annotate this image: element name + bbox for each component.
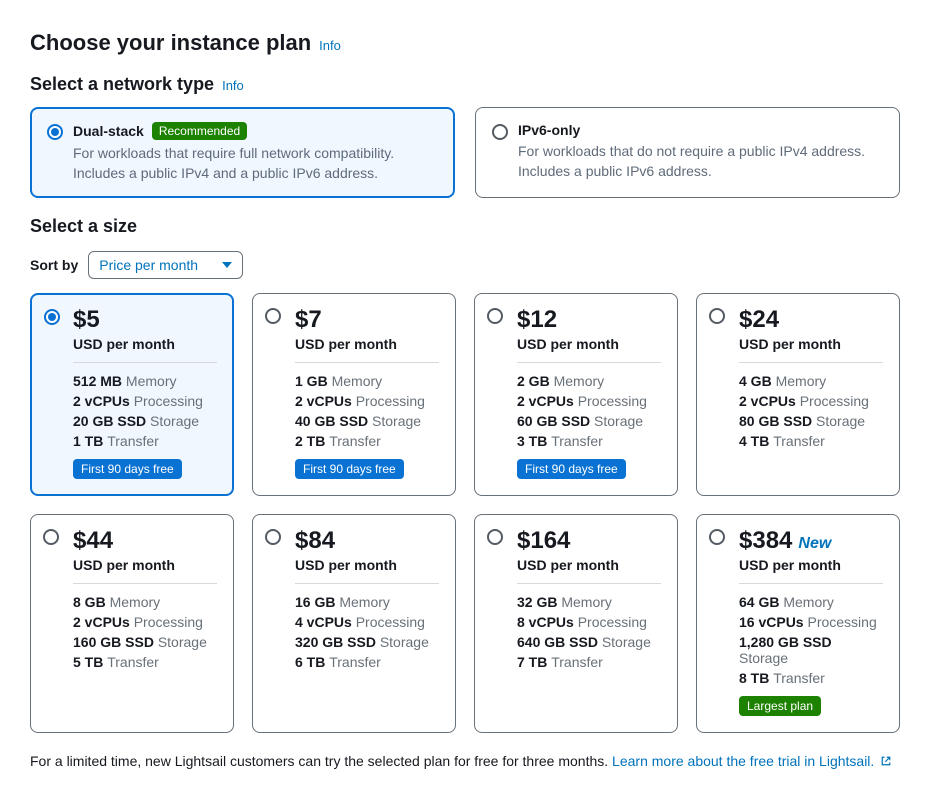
plan-spec-processing: 2 vCPUs Processing [73,393,217,409]
radio-icon [265,308,281,324]
plan-spec-storage: 20 GB SSD Storage [73,413,217,429]
footnote-text: For a limited time, new Lightsail custom… [30,753,612,769]
plan-spec-transfer: 4 TB Transfer [739,433,883,449]
plan-card[interactable]: $384 New USD per month 64 GB Memory 16 vCPUs… [696,514,900,733]
per-month-label: USD per month [295,557,439,573]
per-month-label: USD per month [739,336,883,352]
select-size-heading: Select a size [30,216,137,237]
radio-icon [265,529,281,545]
radio-icon [44,309,60,325]
plan-spec-memory: 512 MB Memory [73,373,217,389]
plan-spec-processing: 2 vCPUs Processing [739,393,883,409]
free-trial-badge: First 90 days free [73,459,182,479]
plan-spec-memory: 2 GB Memory [517,373,661,389]
network-option-title: IPv6-only [518,122,580,138]
plan-card[interactable]: $84 USD per month 16 GB Memory 4 vCPUs Proc… [252,514,456,733]
network-type-options: Dual-stack Recommended For workloads that … [30,107,900,198]
info-link-network[interactable]: Info [222,78,244,93]
free-trial-link[interactable]: Learn more about the free trial in Light… [612,753,892,769]
plan-spec-memory: 64 GB Memory [739,594,883,610]
plan-spec-memory: 1 GB Memory [295,373,439,389]
plan-spec-transfer: 5 TB Transfer [73,654,217,670]
per-month-label: USD per month [517,557,661,573]
info-link-plan[interactable]: Info [319,38,341,53]
plan-spec-storage: 640 GB SSD Storage [517,634,661,650]
plan-spec-memory: 4 GB Memory [739,373,883,389]
plan-spec-processing: 2 vCPUs Processing [73,614,217,630]
plan-spec-storage: 160 GB SSD Storage [73,634,217,650]
radio-icon [709,308,725,324]
footnote: For a limited time, new Lightsail custom… [30,751,900,772]
radio-icon [487,308,503,324]
plan-spec-transfer: 3 TB Transfer [517,433,661,449]
plan-spec-storage: 60 GB SSD Storage [517,413,661,429]
per-month-label: USD per month [295,336,439,352]
plan-spec-memory: 8 GB Memory [73,594,217,610]
per-month-label: USD per month [73,336,217,352]
plan-spec-storage: 1,280 GB SSD Storage [739,634,883,666]
radio-icon [43,529,59,545]
sort-by-value: Price per month [99,257,198,273]
network-option-title: Dual-stack [73,123,144,139]
plan-spec-processing: 8 vCPUs Processing [517,614,661,630]
plan-spec-processing: 4 vCPUs Processing [295,614,439,630]
network-option-desc: For workloads that do not require a publ… [518,142,883,181]
plan-spec-transfer: 8 TB Transfer [739,670,883,686]
plan-spec-memory: 32 GB Memory [517,594,661,610]
page-title: Choose your instance plan [30,30,311,56]
external-link-icon [880,755,892,767]
network-option-desc: For workloads that require full network … [73,144,438,183]
plan-card[interactable]: $5 USD per month 512 MB Memory 2 vCPUs Proc… [30,293,234,496]
network-option-dual-stack[interactable]: Dual-stack Recommended For workloads that … [30,107,455,198]
radio-icon [487,529,503,545]
per-month-label: USD per month [739,557,883,573]
per-month-label: USD per month [517,336,661,352]
sort-by-label: Sort by [30,257,78,273]
network-option-ipv6-only[interactable]: IPv6-only For workloads that do not requi… [475,107,900,198]
radio-icon [47,124,63,140]
radio-icon [492,124,508,140]
plan-price: $164 [517,527,570,555]
plan-price: $84 [295,527,335,555]
plan-spec-storage: 40 GB SSD Storage [295,413,439,429]
plan-price: $44 [73,527,113,555]
plan-options: $5 USD per month 512 MB Memory 2 vCPUs Proc… [30,293,900,733]
plan-price: $24 [739,306,779,334]
plan-spec-storage: 80 GB SSD Storage [739,413,883,429]
plan-spec-processing: 2 vCPUs Processing [295,393,439,409]
largest-plan-badge: Largest plan [739,696,821,716]
plan-spec-storage: 320 GB SSD Storage [295,634,439,650]
plan-card[interactable]: $12 USD per month 2 GB Memory 2 vCPUs Proce… [474,293,678,496]
new-badge: New [798,535,831,553]
plan-spec-transfer: 2 TB Transfer [295,433,439,449]
plan-price: $12 [517,306,557,334]
plan-spec-transfer: 7 TB Transfer [517,654,661,670]
radio-icon [709,529,725,545]
free-trial-badge: First 90 days free [517,459,626,479]
plan-price: $7 [295,306,322,334]
plan-spec-transfer: 1 TB Transfer [73,433,217,449]
network-type-heading: Select a network type [30,74,214,95]
plan-spec-transfer: 6 TB Transfer [295,654,439,670]
plan-spec-memory: 16 GB Memory [295,594,439,610]
plan-card[interactable]: $164 USD per month 32 GB Memory 8 vCPUs Pro… [474,514,678,733]
recommended-badge: Recommended [152,122,247,140]
plan-price: $384 [739,527,792,555]
plan-card[interactable]: $7 USD per month 1 GB Memory 2 vCPUs Proces… [252,293,456,496]
plan-spec-processing: 16 vCPUs Processing [739,614,883,630]
plan-card[interactable]: $24 USD per month 4 GB Memory 2 vCPUs Proce… [696,293,900,496]
plan-spec-processing: 2 vCPUs Processing [517,393,661,409]
plan-price: $5 [73,306,100,334]
sort-by-select[interactable]: Price per month [88,251,243,279]
chevron-down-icon [222,262,232,268]
free-trial-badge: First 90 days free [295,459,404,479]
per-month-label: USD per month [73,557,217,573]
plan-card[interactable]: $44 USD per month 8 GB Memory 2 vCPUs Proce… [30,514,234,733]
